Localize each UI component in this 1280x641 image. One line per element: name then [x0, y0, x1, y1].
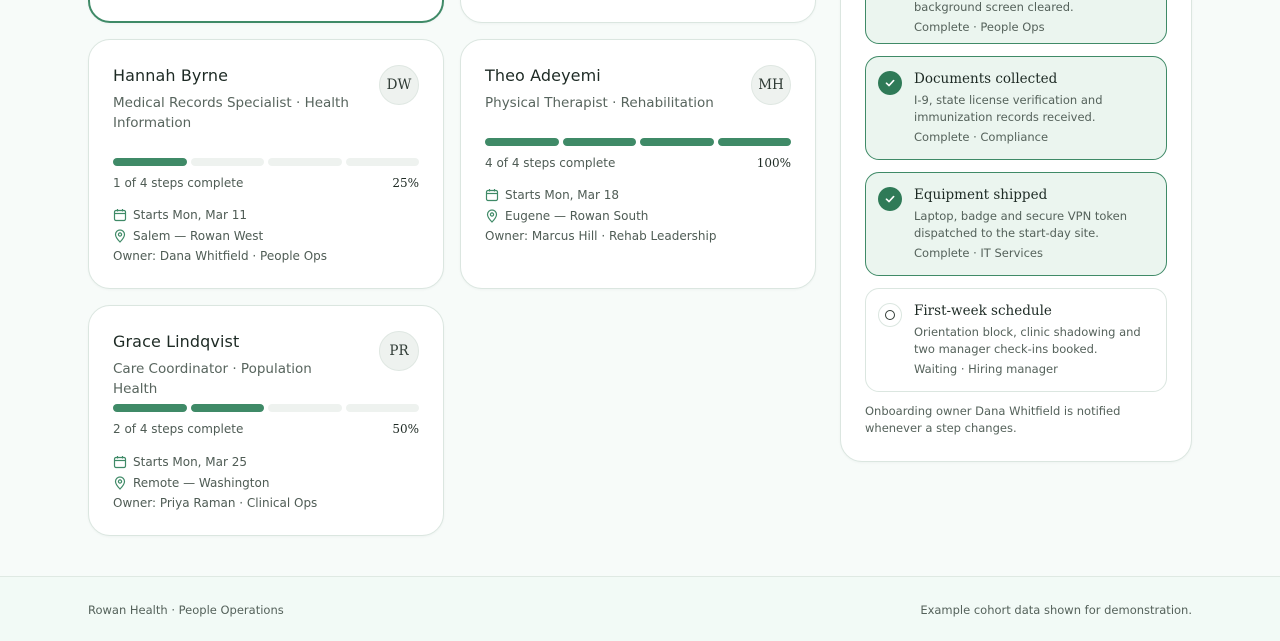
step-card-equipment-shipped[interactable]: Equipment shipped Laptop, badge and secu… [865, 172, 1167, 276]
steps-percent: 25% [392, 176, 419, 190]
steps-percent: 50% [392, 422, 419, 436]
person-meta: Starts Mon, Mar 11 Salem — Rowan West Ow… [113, 204, 419, 267]
person-card-partial[interactable] [460, 0, 816, 23]
person-name: Grace Lindqvist [113, 332, 240, 351]
progress-summary: 4 of 4 steps complete 100% [485, 156, 791, 170]
person-card-hannah-byrne[interactable]: Hannah Byrne Medical Records Specialist … [88, 39, 444, 289]
step-title: Documents collected [914, 71, 1058, 87]
owner: Owner: Dana Whitfield · People Ops [113, 249, 328, 263]
start-date-text: Starts Mon, Mar 25 [133, 454, 248, 469]
progress-segment-pending [268, 158, 342, 166]
progress-summary: 2 of 4 steps complete 50% [113, 422, 419, 436]
location-pin-icon [114, 228, 126, 243]
avatar: DW [379, 65, 419, 105]
step-title: Equipment shipped [914, 187, 1048, 203]
person-card-grace-lindqvist[interactable]: Grace Lindqvist Care Coordinator · Popul… [88, 305, 444, 536]
progress-bar [485, 138, 791, 146]
step-card-first-week-schedule[interactable]: First-week schedule Orientation block, c… [865, 288, 1167, 392]
progress-summary: 1 of 4 steps complete 25% [113, 176, 419, 190]
step-title: First-week schedule [914, 303, 1052, 319]
start-date: Starts Mon, Mar 25 [113, 451, 419, 472]
step-description: background screen cleared. [914, 0, 1074, 14]
progress-segment-complete [640, 138, 714, 146]
progress-segment-complete [113, 404, 187, 412]
progress-segment-complete [562, 138, 636, 146]
location: Eugene — Rowan South [485, 205, 791, 226]
location-pin-icon [114, 475, 126, 490]
steps-count: 1 of 4 steps complete [113, 176, 244, 190]
person-name: Theo Adeyemi [485, 66, 601, 85]
panel-note: Onboarding owner Dana Whitfield is notif… [865, 404, 1121, 435]
step-status: Complete · IT Services [914, 246, 1043, 260]
step-description: Orientation block, clinic shadowing and … [914, 325, 1141, 356]
step-card-documents-collected[interactable]: Documents collected I-9, state license v… [865, 56, 1167, 160]
progress-bar [113, 158, 419, 166]
progress-segment-complete [717, 138, 791, 146]
person-role: Medical Records Specialist · Health Info… [113, 95, 349, 131]
step-status: Waiting · Hiring manager [914, 362, 1058, 376]
footer-org: Rowan Health · People Operations [88, 603, 284, 617]
check-icon [878, 187, 902, 211]
steps-percent: 100% [756, 156, 791, 170]
progress-segment-pending [345, 158, 419, 166]
steps-count: 4 of 4 steps complete [485, 156, 616, 170]
location: Remote — Washington [113, 472, 419, 493]
person-name: Hannah Byrne [113, 66, 229, 85]
person-meta: Starts Mon, Mar 18 Eugene — Rowan South … [485, 184, 791, 247]
location: Salem — Rowan West [113, 225, 419, 246]
avatar: PR [379, 331, 419, 371]
progress-segment-complete [113, 158, 187, 166]
location-pin-icon [486, 208, 498, 223]
calendar-icon [113, 208, 127, 221]
person-meta: Starts Mon, Mar 25 Remote — Washington O… [113, 451, 419, 514]
start-date-text: Starts Mon, Mar 11 [133, 207, 248, 222]
start-date: Starts Mon, Mar 11 [113, 204, 419, 225]
steps-count: 2 of 4 steps complete [113, 422, 244, 436]
progress-segment-pending [345, 404, 419, 412]
start-date: Starts Mon, Mar 18 [485, 184, 791, 205]
check-icon [878, 71, 902, 95]
avatar: MH [751, 65, 791, 105]
open-circle-icon [878, 303, 902, 327]
step-status: Complete · Compliance [914, 130, 1049, 144]
location-text: Remote — Washington [133, 475, 270, 490]
step-description: Laptop, badge and secure VPN token dispa… [914, 209, 1127, 240]
progress-segment-complete [190, 404, 264, 412]
footer-disclaimer: Example cohort data shown for demonstrat… [920, 603, 1192, 617]
calendar-icon [485, 188, 499, 201]
step-status: Complete · People Ops [914, 20, 1045, 34]
person-card-partial-selected[interactable] [88, 0, 444, 23]
person-card-theo-adeyemi[interactable]: Theo Adeyemi Physical Therapist · Rehabi… [460, 39, 816, 289]
location-text: Salem — Rowan West [133, 228, 264, 243]
location-text: Eugene — Rowan South [505, 208, 649, 223]
progress-bar [113, 404, 419, 412]
owner: Owner: Priya Raman · Clinical Ops [113, 496, 318, 510]
progress-segment-complete [485, 138, 559, 146]
calendar-icon [113, 455, 127, 468]
page-footer: Rowan Health · People Operations Example… [0, 576, 1280, 641]
progress-segment-pending [268, 404, 342, 412]
start-date-text: Starts Mon, Mar 18 [505, 187, 620, 202]
owner: Owner: Marcus Hill · Rehab Leadership [485, 229, 717, 243]
person-role: Care Coordinator · Population Health [113, 361, 312, 397]
step-description: I-9, state license verification and immu… [914, 93, 1103, 124]
person-role: Physical Therapist · Rehabilitation [485, 95, 714, 111]
progress-segment-pending [190, 158, 264, 166]
step-card-background-check[interactable]: background screen cleared. Complete · Pe… [865, 0, 1167, 44]
